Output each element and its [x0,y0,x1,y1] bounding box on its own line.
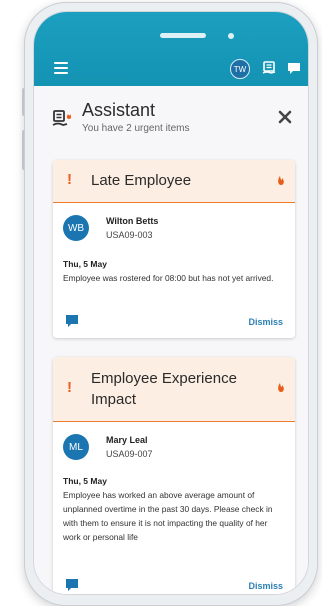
urgent-item-card: ! Employee Experience Impact ML Mary Lea… [53,357,295,594]
employee-info: WB Wilton Betts USA09-003 [53,203,295,249]
card-header: ! Late Employee [53,160,295,203]
assistant-title: Assistant [82,100,156,120]
menu-icon[interactable] [54,62,68,74]
assistant-panel: Assistant You have 2 urgent items ! Late… [34,86,308,594]
flame-icon [278,176,284,185]
flame-icon [278,383,284,392]
speaker-notch [160,33,206,38]
item-date: Thu, 5 May [63,259,107,269]
user-avatar[interactable]: TW [230,59,250,79]
comment-icon[interactable] [65,578,79,592]
camera-dot [228,33,234,39]
assistant-header: Assistant You have 2 urgent items [34,86,308,142]
phone-screen: TW Assistant You have 2 urgent items ! L… [33,11,309,595]
urgent-icon: ! [67,379,72,396]
assistant-icon [52,110,72,126]
employee-avatar[interactable]: WB [63,215,89,241]
urgent-icon: ! [67,171,72,188]
top-bar: TW [34,12,308,86]
phone-frame: TW Assistant You have 2 urgent items ! L… [24,2,318,606]
comment-icon[interactable] [65,314,79,328]
urgent-item-card: ! Late Employee WB Wilton Betts USA09-00… [53,160,295,338]
close-icon[interactable] [278,110,292,124]
item-message: Employee was rostered for 08:00 but has … [63,273,274,283]
employee-id: USA09-003 [106,230,153,240]
card-title: Late Employee [91,172,192,189]
employee-id: USA09-007 [106,449,153,459]
employee-name: Mary Leal [106,435,148,445]
dismiss-button[interactable]: Dismiss [248,317,283,327]
chat-icon[interactable] [286,60,302,76]
assistant-subtitle: You have 2 urgent items [82,123,190,134]
item-date: Thu, 5 May [63,476,107,486]
employee-avatar[interactable]: ML [63,434,89,460]
employee-info: ML Mary Leal USA09-007 [53,422,295,468]
schedule-icon[interactable] [262,60,278,76]
item-message: Employee has worked an above average amo… [63,490,273,542]
card-title: Employee Experience Impact [91,370,237,408]
card-header: ! Employee Experience Impact [53,357,295,422]
dismiss-button[interactable]: Dismiss [248,581,283,591]
employee-name: Wilton Betts [106,216,159,226]
